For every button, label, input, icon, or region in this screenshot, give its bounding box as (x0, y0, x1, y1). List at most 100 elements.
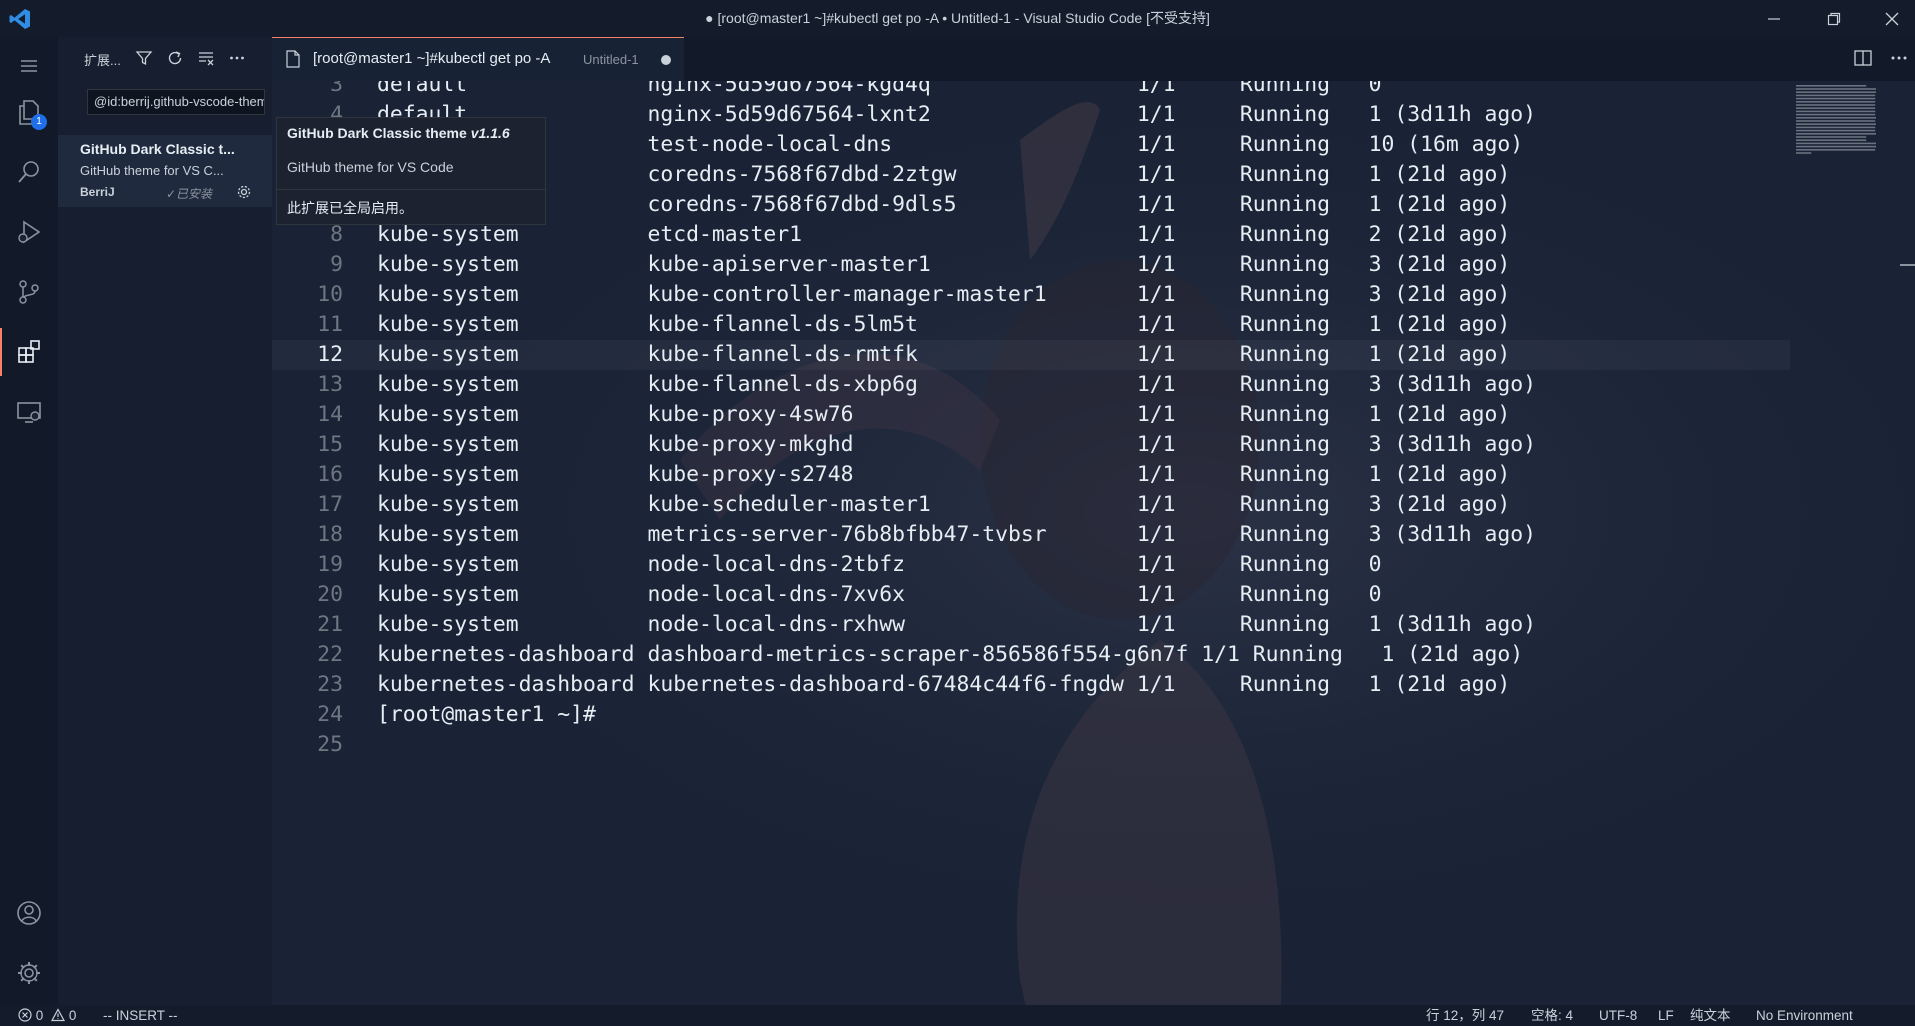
cursor-position[interactable]: 行 12，列 47 (1426, 1005, 1504, 1026)
code-line[interactable]: 21 kube-system node-local-dns-rxhww 1/1 R… (272, 610, 1790, 640)
editor-tab-bar: [root@master1 ~]#kubectl get po -A Untit… (272, 37, 1915, 81)
line-text: kube-system kube-apiserver-master1 1/1 R… (377, 252, 1511, 277)
minimap-line (1796, 120, 1876, 122)
code-line[interactable]: 10 kube-system kube-controller-manager-ma… (272, 280, 1790, 310)
overview-ruler[interactable] (1900, 81, 1915, 1005)
title-bar: ● [root@master1 ~]#kubectl get po -A • U… (0, 0, 1915, 37)
vscode-logo-icon[interactable] (8, 7, 32, 31)
line-number: 25 (317, 732, 343, 757)
indentation[interactable]: 空格: 4 (1531, 1005, 1573, 1026)
sidebar-title: 扩展... (84, 53, 121, 68)
file-encoding[interactable]: UTF-8 (1599, 1005, 1637, 1026)
error-count: 0 (35, 1008, 44, 1023)
problems-status[interactable]: 0 0 (18, 1005, 76, 1026)
line-text: kubernetes-dashboard dashboard-metrics-s… (377, 642, 1524, 667)
run-debug-icon[interactable] (0, 206, 58, 258)
explorer-badge: 1 (31, 114, 47, 130)
code-line[interactable]: 24 [root@master1 ~]# (272, 700, 1790, 730)
line-number: 18 (317, 522, 343, 547)
unsaved-dot-icon[interactable] (661, 55, 671, 65)
code-line[interactable]: 16 kube-system kube-proxy-s2748 1/1 Runni… (272, 460, 1790, 490)
line-number: 11 (317, 312, 343, 337)
menu-icon[interactable] (0, 40, 58, 92)
restore-icon[interactable] (1811, 0, 1857, 37)
line-text: kube-system kube-proxy-mkghd 1/1 Running… (377, 432, 1537, 457)
close-icon[interactable] (1869, 0, 1915, 37)
minimap-line (1796, 133, 1876, 135)
line-text: kube-system kube-flannel-ds-xbp6g 1/1 Ru… (377, 372, 1537, 397)
code-line[interactable]: 12 kube-system kube-flannel-ds-rmtfk 1/1 … (272, 340, 1790, 370)
line-number: 10 (317, 282, 343, 307)
minimap-line (1796, 101, 1876, 103)
line-number: 23 (317, 672, 343, 697)
hover-divider (277, 189, 545, 190)
line-text: kube-system kube-scheduler-master1 1/1 R… (377, 492, 1511, 517)
tab-untitled-1[interactable]: [root@master1 ~]#kubectl get po -A Untit… (272, 37, 684, 81)
minimap-line (1796, 142, 1876, 145)
code-line[interactable]: 22 kubernetes-dashboard dashboard-metrics… (272, 640, 1790, 670)
source-control-icon[interactable] (0, 266, 58, 318)
files-icon[interactable]: 1 (0, 86, 58, 138)
extensions-icon[interactable] (0, 326, 58, 378)
minimize-icon[interactable] (1751, 0, 1797, 37)
end-of-line[interactable]: LF (1658, 1005, 1674, 1026)
code-line[interactable]: 19 kube-system node-local-dns-2tbfz 1/1 R… (272, 550, 1790, 580)
line-number: 17 (317, 492, 343, 517)
code-line[interactable]: 14 kube-system kube-proxy-4sw76 1/1 Runni… (272, 400, 1790, 430)
minimap-line (1796, 126, 1876, 129)
minimap-line (1796, 91, 1876, 93)
minimap[interactable] (1790, 81, 1900, 1005)
hover-title-text: GitHub Dark Classic theme (287, 125, 467, 141)
line-number: 9 (330, 252, 343, 277)
code-line[interactable]: 18 kube-system metrics-server-76b8bfbb47-… (272, 520, 1790, 550)
manage-gear-icon[interactable] (0, 947, 58, 999)
line-text: kube-system kube-flannel-ds-rmtfk 1/1 Ru… (377, 342, 1511, 367)
line-number: 22 (317, 642, 343, 667)
extension-gear-icon[interactable] (235, 183, 253, 201)
minimap-line (1796, 129, 1876, 132)
editor-more-actions-icon[interactable] (1888, 47, 1910, 69)
minimap-line (1796, 104, 1876, 106)
minimap-line (1796, 88, 1876, 90)
accounts-icon[interactable] (0, 887, 58, 939)
split-editor-icon[interactable] (1852, 47, 1874, 69)
code-line[interactable]: 13 kube-system kube-flannel-ds-xbp6g 1/1 … (272, 370, 1790, 400)
minimap-line (1796, 97, 1876, 100)
line-number: 19 (317, 552, 343, 577)
more-actions-icon[interactable] (226, 47, 248, 69)
extension-search-input[interactable]: @id:berrij.github-vscode-theme (87, 89, 265, 115)
code-line[interactable]: 9 kube-system kube-apiserver-master1 1/1 … (272, 250, 1790, 280)
python-environment[interactable]: No Environment (1756, 1005, 1853, 1026)
code-line[interactable]: 25 (272, 730, 1790, 760)
minimap-line (1796, 149, 1876, 151)
code-line[interactable]: 15 kube-system kube-proxy-mkghd 1/1 Runni… (272, 430, 1790, 460)
minimap-line (1796, 136, 1867, 138)
line-text: kube-system coredns-7568f67dbd-9dls5 1/1… (377, 192, 1511, 217)
code-line[interactable]: 23 kubernetes-dashboard kubernetes-dashbo… (272, 670, 1790, 700)
code-line[interactable]: 11 kube-system kube-flannel-ds-5lm5t 1/1 … (272, 310, 1790, 340)
code-line[interactable]: 17 kube-system kube-scheduler-master1 1/1… (272, 490, 1790, 520)
warning-icon (51, 1008, 66, 1022)
clear-results-icon[interactable] (195, 47, 217, 69)
line-text: kube-system etcd-master1 1/1 Running 2 (… (377, 222, 1511, 247)
remote-explorer-icon[interactable] (0, 386, 58, 438)
extension-description: GitHub theme for VS C... (80, 163, 224, 178)
minimap-line (1796, 94, 1876, 97)
line-text: kube-system kube-proxy-4sw76 1/1 Running… (377, 402, 1511, 427)
extension-publisher[interactable]: BerriJ (80, 185, 115, 199)
extensions-sidebar: 扩展... @id:berrij.github-vscode-theme Git… (58, 37, 272, 1005)
refresh-icon[interactable] (164, 47, 186, 69)
language-mode[interactable]: 纯文本 (1690, 1005, 1731, 1026)
hover-description: GitHub theme for VS Code (287, 159, 454, 175)
code-line[interactable]: 20 kube-system node-local-dns-7xv6x 1/1 R… (272, 580, 1790, 610)
minimap-line (1796, 113, 1876, 116)
search-icon[interactable] (0, 146, 58, 198)
extension-list-item[interactable]: GitHub Dark Classic t... GitHub theme fo… (58, 135, 272, 207)
minimap-line (1796, 145, 1876, 148)
line-text: kube-system metrics-server-76b8bfbb47-tv… (377, 522, 1537, 547)
file-icon (286, 50, 300, 68)
code-line[interactable]: 3 default nginx-5d59d67564-kgd4q 1/1 Runn… (272, 81, 1790, 100)
line-text: [root@master1 ~]# (377, 702, 596, 727)
filter-icon[interactable] (133, 47, 155, 69)
warning-count: 0 (68, 1008, 77, 1023)
